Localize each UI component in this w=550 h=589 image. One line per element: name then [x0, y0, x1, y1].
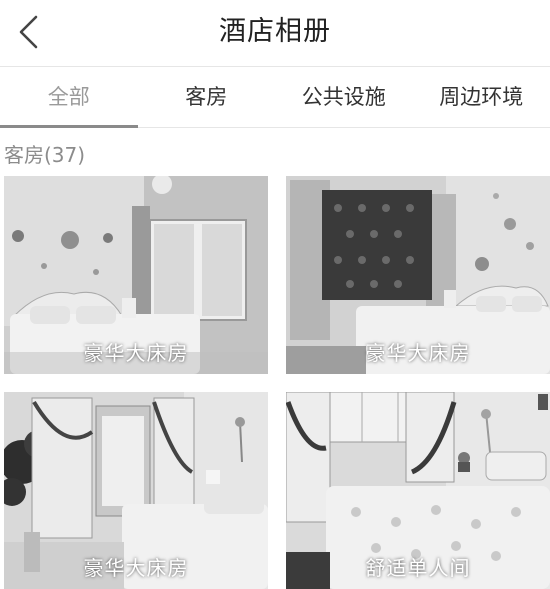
- tab-bar: 全部 客房 公共设施 周边环境: [0, 66, 550, 128]
- section-title: 客房(37): [4, 143, 86, 167]
- tab-public-facilities[interactable]: 公共设施: [275, 67, 413, 127]
- page-title: 酒店相册: [219, 16, 331, 47]
- photo-caption: 豪华大床房: [365, 341, 471, 365]
- photo-caption: 豪华大床房: [83, 341, 189, 365]
- photo-card[interactable]: 豪华大床房: [4, 392, 268, 589]
- photo-caption: 豪华大床房: [83, 556, 189, 580]
- photo-card[interactable]: 豪华大床房: [286, 176, 550, 374]
- photo-card[interactable]: 豪华大床房: [4, 176, 268, 374]
- photo-caption: 舒适单人间: [365, 556, 471, 580]
- tab-surroundings[interactable]: 周边环境: [413, 67, 550, 127]
- photo-grid: 豪华大床房 豪华大床房 豪华大床房 舒适单人间: [0, 176, 550, 589]
- tab-all[interactable]: 全部: [0, 67, 138, 128]
- tab-rooms[interactable]: 客房: [138, 67, 276, 127]
- photo-card[interactable]: 舒适单人间: [286, 392, 550, 589]
- header-bar: 酒店相册: [0, 0, 550, 64]
